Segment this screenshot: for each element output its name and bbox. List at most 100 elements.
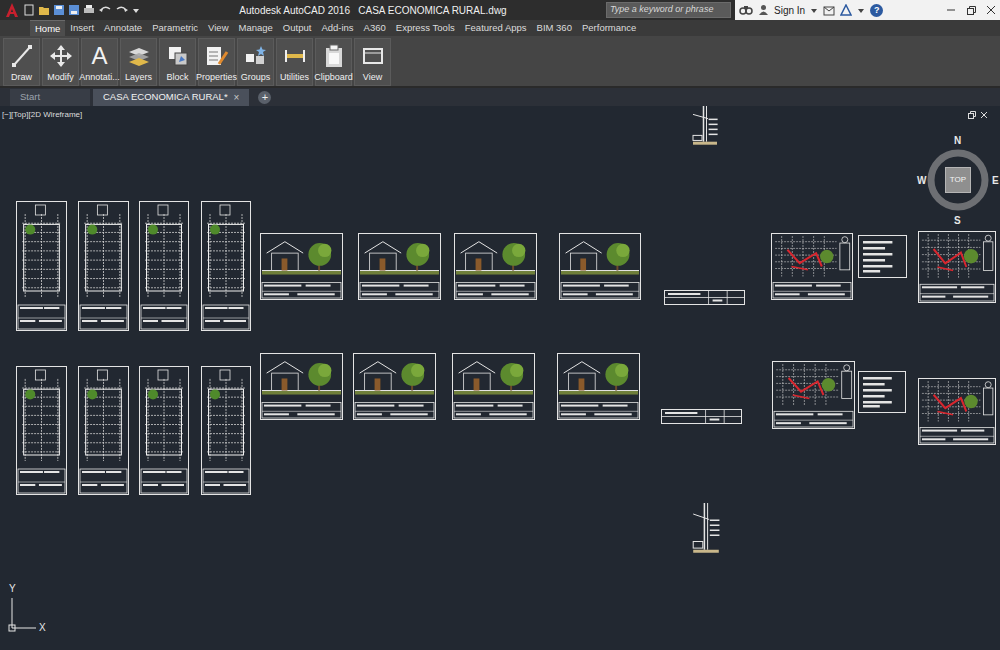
ribbon-tab[interactable]: A360 <box>359 20 391 36</box>
layers-icon <box>127 42 151 69</box>
panel-label: Draw <box>11 72 32 83</box>
user-icon <box>758 4 769 16</box>
panel-label: Block <box>166 72 188 83</box>
ribbon-tab[interactable]: Manage <box>234 20 278 36</box>
ribbon-panel[interactable]: View <box>354 38 391 86</box>
drawing-sheet[interactable] <box>772 361 855 429</box>
help-button[interactable]: ? <box>870 4 883 17</box>
undo-icon[interactable] <box>98 4 112 16</box>
drawing-sheet[interactable] <box>139 201 189 331</box>
drawing-sheet[interactable] <box>78 366 129 495</box>
drawing-sheet[interactable] <box>454 233 537 300</box>
ucs-icon: XY <box>6 584 56 636</box>
file-tab[interactable]: CASA ECONOMICA RURAL* × <box>93 89 249 106</box>
drawing-sheet[interactable] <box>557 353 640 420</box>
open-icon[interactable] <box>38 4 50 16</box>
exchange-icon <box>823 4 835 16</box>
compass-east: E <box>992 176 999 186</box>
title-bar: Autodesk AutoCAD 2016 CASA ECONOMICA RUR… <box>0 0 1000 20</box>
panel-label: Properties <box>196 72 237 83</box>
ribbon-tab[interactable]: Performance <box>577 20 641 36</box>
window-controls <box>946 5 996 15</box>
file-tab[interactable]: Start <box>10 89 90 106</box>
text-a-icon: A <box>91 44 107 68</box>
drawing-sheet[interactable] <box>918 231 996 303</box>
file-tab-label: CASA ECONOMICA RURAL* <box>103 90 228 104</box>
ribbon: Draw Modify A Annotati...Layers Block Propert… <box>0 36 1000 88</box>
drawing-sheet[interactable] <box>661 404 742 419</box>
new-tab-button[interactable]: + <box>258 91 271 104</box>
drawing-sheet[interactable] <box>771 233 853 300</box>
restore-icon[interactable] <box>966 5 976 15</box>
drawing-sheet[interactable] <box>559 233 641 300</box>
drawing-sheet[interactable] <box>353 353 436 420</box>
new-icon[interactable] <box>23 4 35 16</box>
file-tab-bar: Start CASA ECONOMICA RURAL* × + <box>0 88 1000 106</box>
search-box[interactable] <box>606 2 731 18</box>
sign-in-link[interactable]: Sign In <box>774 3 805 18</box>
panel-label: View <box>363 72 382 83</box>
view-cube-face[interactable]: TOP <box>945 167 971 193</box>
drawing-sheet[interactable] <box>260 353 343 420</box>
restore-viewport-icon <box>968 111 976 119</box>
customize-icon[interactable] <box>132 4 140 16</box>
ribbon-panel[interactable]: Groups <box>237 38 274 86</box>
ribbon-tab[interactable]: Output <box>278 20 317 36</box>
panel-label: Modify <box>47 72 74 83</box>
drawing-sheet[interactable] <box>918 378 996 445</box>
plot-icon[interactable] <box>83 4 95 16</box>
ribbon-tab[interactable]: Insert <box>65 20 99 36</box>
ribbon-panel[interactable]: Draw <box>3 38 40 86</box>
dropdown-icon <box>810 5 818 15</box>
compass-south: S <box>954 216 961 226</box>
drawing-sheet[interactable] <box>78 201 129 331</box>
ribbon-tab[interactable]: Annotate <box>99 20 147 36</box>
ribbon-tab[interactable]: Parametric <box>147 20 203 36</box>
drawing-sheet[interactable] <box>16 366 67 495</box>
ribbon-panel[interactable]: Properties <box>198 38 235 86</box>
search-input[interactable] <box>610 3 727 17</box>
drawing-sheet[interactable] <box>690 106 720 148</box>
drawing-sheet[interactable] <box>664 285 745 300</box>
panel-label: Annotati... <box>79 72 120 83</box>
ribbon-tab[interactable]: BIM 360 <box>532 20 577 36</box>
drawing-sheet[interactable] <box>201 366 251 495</box>
viewport-window-controls <box>968 111 988 119</box>
viewport-controls[interactable]: [−][Top][2D Wireframe] <box>2 109 82 121</box>
a360-icon <box>840 4 852 16</box>
drawing-sheet[interactable] <box>358 233 441 300</box>
ribbon-panel[interactable]: Clipboard <box>315 38 352 86</box>
ribbon-panel[interactable]: Modify <box>42 38 79 86</box>
drawing-canvas[interactable]: [−][Top][2D Wireframe] TOPNSWE XY <box>0 106 1000 650</box>
drawing-sheet[interactable] <box>16 201 67 331</box>
ribbon-panel[interactable]: Layers <box>120 38 157 86</box>
redo-icon[interactable] <box>115 4 129 16</box>
ucs-x-label: X <box>39 623 46 633</box>
drawing-sheet[interactable] <box>139 366 189 495</box>
minimize-icon[interactable] <box>946 5 956 15</box>
file-tab-label: Start <box>20 90 40 104</box>
ribbon-tab[interactable]: Add-ins <box>316 20 358 36</box>
save-as-icon[interactable] <box>68 4 80 16</box>
binoculars-icon <box>739 4 753 16</box>
ribbon-tab[interactable]: View <box>203 20 233 36</box>
drawing-sheet[interactable] <box>260 233 343 300</box>
close-icon[interactable] <box>986 5 996 15</box>
drawing-sheet[interactable] <box>858 371 906 413</box>
ribbon-panel[interactable]: Block <box>159 38 196 86</box>
ribbon-tab[interactable]: Express Tools <box>391 20 460 36</box>
view-cube[interactable]: TOPNSWE <box>920 136 996 228</box>
ribbon-tab[interactable]: Featured Apps <box>460 20 532 36</box>
save-icon[interactable] <box>53 4 65 16</box>
pencil-line-icon <box>10 42 34 69</box>
drawing-sheet[interactable] <box>690 503 722 558</box>
close-tab-button[interactable]: × <box>234 90 240 105</box>
ribbon-panel[interactable]: Utilities <box>276 38 313 86</box>
drawing-sheet[interactable] <box>858 235 907 278</box>
drawing-sheet[interactable] <box>201 201 251 331</box>
ribbon-tab[interactable]: Home <box>30 20 65 36</box>
clipboard-icon <box>322 42 346 69</box>
ribbon-panel[interactable]: A Annotati... <box>81 38 118 86</box>
quick-access-toolbar <box>0 2 140 18</box>
drawing-sheet[interactable] <box>452 353 535 420</box>
